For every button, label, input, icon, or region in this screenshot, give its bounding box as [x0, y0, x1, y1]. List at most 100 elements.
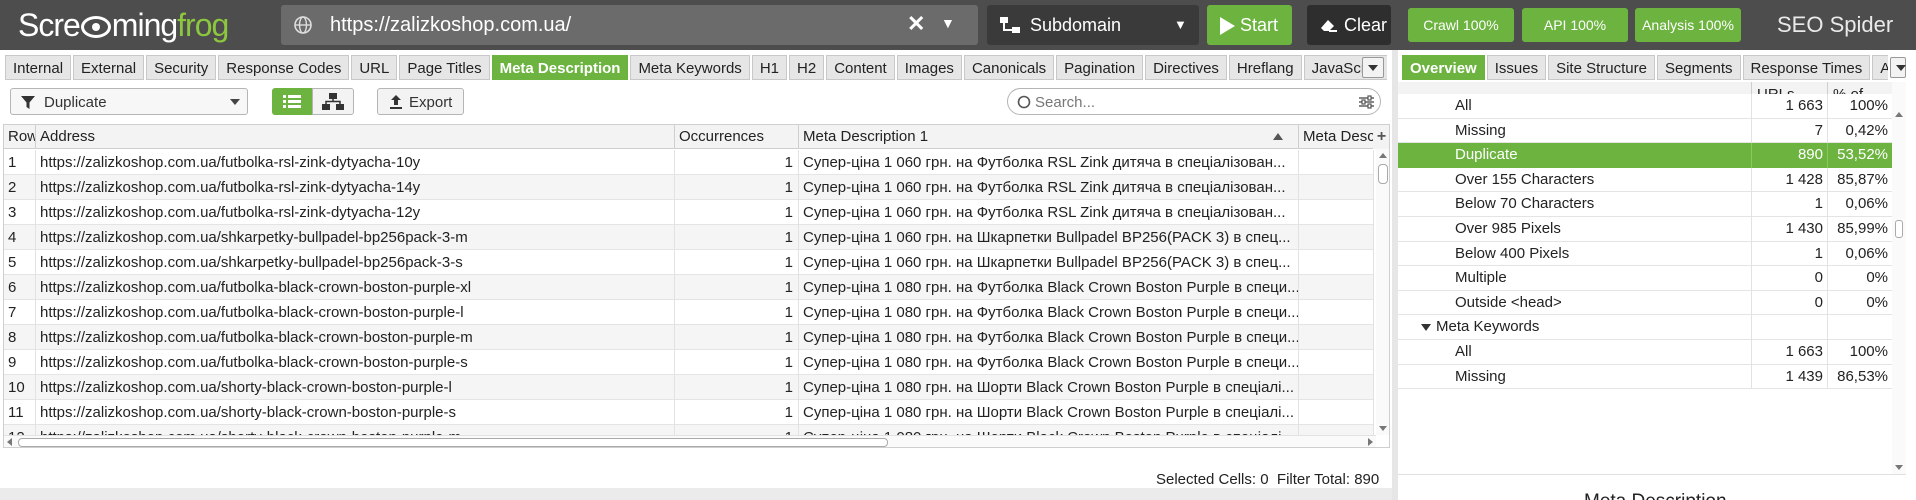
- meta-description-cell[interactable]: Супер-ціна 1 060 грн. на Футболка RSL Zi…: [799, 200, 1299, 225]
- table-row[interactable]: 4 https://zalizkoshop.com.ua/shkarpetky-b…: [4, 225, 1374, 250]
- overview-row-duplicate[interactable]: Duplicate 890 53,52%: [1398, 143, 1892, 168]
- tab-url[interactable]: URL: [351, 55, 398, 80]
- meta-description-cell[interactable]: Супер-ціна 1 080 грн. на Футболка Black …: [799, 325, 1299, 350]
- grid-vertical-scrollbar[interactable]: [1376, 149, 1389, 435]
- column-header-address[interactable]: Address: [36, 125, 675, 149]
- overview-row-multiple[interactable]: Multiple 0 0%: [1398, 266, 1892, 291]
- occurrences-cell[interactable]: 1: [675, 325, 799, 350]
- right-tabs-overflow-button[interactable]: [1890, 57, 1906, 78]
- row-number-cell[interactable]: 9: [4, 350, 36, 375]
- table-row[interactable]: 11 https://zalizkoshop.com.ua/shorty-blac…: [4, 400, 1374, 425]
- meta-description-2-cell[interactable]: [1299, 225, 1374, 250]
- occurrences-cell[interactable]: 1: [675, 225, 799, 250]
- tab-response-times[interactable]: Response Times: [1742, 55, 1871, 80]
- tabs-overflow-button[interactable]: [1362, 57, 1384, 78]
- tab-content[interactable]: Content: [826, 55, 895, 80]
- tab-images[interactable]: Images: [896, 55, 962, 80]
- scroll-left-icon[interactable]: [7, 438, 12, 446]
- column-header-meta-description-2[interactable]: Meta Desc: [1299, 125, 1374, 149]
- search-input[interactable]: [1035, 92, 1335, 112]
- tab-directives[interactable]: Directives: [1145, 55, 1227, 80]
- tab-h1[interactable]: H1: [751, 55, 787, 80]
- meta-description-2-cell[interactable]: [1299, 175, 1374, 200]
- meta-description-cell[interactable]: Супер-ціна 1 080 грн. на Футболка Black …: [799, 275, 1299, 300]
- crawl-progress-button[interactable]: Crawl 100%: [1408, 8, 1514, 42]
- tab-pagination[interactable]: Pagination: [1056, 55, 1144, 80]
- list-view-button[interactable]: [272, 88, 312, 115]
- tab-ai[interactable]: AI: [1872, 55, 1888, 80]
- scroll-down-icon[interactable]: [1895, 465, 1903, 470]
- export-button[interactable]: Export: [377, 88, 464, 115]
- occurrences-cell[interactable]: 1: [675, 350, 799, 375]
- meta-description-cell[interactable]: Супер-ціна 1 080 грн. на Футболка Black …: [799, 300, 1299, 325]
- overview-row-missing[interactable]: Missing 1 439 86,53%: [1398, 364, 1892, 390]
- tree-view-button[interactable]: [312, 88, 354, 115]
- occurrences-cell[interactable]: 1: [675, 375, 799, 400]
- meta-description-cell[interactable]: Супер-ціна 1 080 грн. на Шорти Black Cro…: [799, 400, 1299, 425]
- meta-description-2-cell[interactable]: [1299, 150, 1374, 175]
- table-row[interactable]: 7 https://zalizkoshop.com.ua/futbolka-bla…: [4, 300, 1374, 325]
- overview-vertical-scrollbar[interactable]: [1892, 82, 1906, 474]
- meta-description-2-cell[interactable]: [1299, 375, 1374, 400]
- address-cell[interactable]: https://zalizkoshop.com.ua/futbolka-blac…: [36, 275, 675, 300]
- address-cell[interactable]: https://zalizkoshop.com.ua/futbolka-blac…: [36, 300, 675, 325]
- meta-description-cell[interactable]: Супер-ціна 1 060 грн. на Шкарпетки Bullp…: [799, 225, 1299, 250]
- clear-button[interactable]: Clear: [1307, 5, 1391, 45]
- occurrences-cell[interactable]: 1: [675, 400, 799, 425]
- address-cell[interactable]: https://zalizkoshop.com.ua/futbolka-blac…: [36, 325, 675, 350]
- scroll-thumb[interactable]: [1895, 220, 1903, 238]
- row-number-cell[interactable]: 6: [4, 275, 36, 300]
- column-header-occurrences[interactable]: Occurrences: [675, 125, 799, 149]
- occurrences-cell[interactable]: 1: [675, 150, 799, 175]
- row-number-cell[interactable]: 10: [4, 375, 36, 400]
- overview-row-below-70-characters[interactable]: Below 70 Characters 1 0,06%: [1398, 192, 1892, 217]
- url-input[interactable]: https://zalizkoshop.com.ua/ ✕ ▼: [281, 5, 978, 45]
- column-header-meta-description-1[interactable]: Meta Description 1: [799, 125, 1299, 149]
- table-row[interactable]: 1 https://zalizkoshop.com.ua/futbolka-rsl…: [4, 150, 1374, 175]
- table-row[interactable]: 8 https://zalizkoshop.com.ua/futbolka-bla…: [4, 325, 1374, 350]
- meta-description-2-cell[interactable]: [1299, 325, 1374, 350]
- tab-site-structure[interactable]: Site Structure: [1548, 55, 1655, 80]
- search-options-icon[interactable]: [1359, 95, 1374, 109]
- add-column-button[interactable]: +: [1373, 125, 1389, 149]
- column-header-row[interactable]: Row: [4, 125, 36, 149]
- tab-internal[interactable]: Internal: [5, 55, 72, 80]
- meta-description-2-cell[interactable]: [1299, 400, 1374, 425]
- row-number-cell[interactable]: 3: [4, 200, 36, 225]
- meta-description-cell[interactable]: Супер-ціна 1 060 грн. на Футболка RSL Zi…: [799, 175, 1299, 200]
- meta-description-cell[interactable]: Супер-ціна 1 060 грн. на Шкарпетки Bullp…: [799, 250, 1299, 275]
- tab-canonicals[interactable]: Canonicals: [963, 55, 1055, 80]
- meta-description-cell[interactable]: Супер-ціна 1 060 грн. на Футболка RSL Zi…: [799, 150, 1299, 175]
- table-row[interactable]: 3 https://zalizkoshop.com.ua/futbolka-rsl…: [4, 200, 1374, 225]
- row-number-cell[interactable]: 5: [4, 250, 36, 275]
- occurrences-cell[interactable]: 1: [675, 300, 799, 325]
- api-progress-button[interactable]: API 100%: [1522, 8, 1628, 42]
- tab-hreflang[interactable]: Hreflang: [1228, 55, 1302, 80]
- meta-description-2-cell[interactable]: [1299, 350, 1374, 375]
- address-cell[interactable]: https://zalizkoshop.com.ua/futbolka-blac…: [36, 350, 675, 375]
- row-number-cell[interactable]: 8: [4, 325, 36, 350]
- crawl-mode-select[interactable]: Subdomain ▼: [987, 5, 1199, 45]
- meta-description-2-cell[interactable]: [1299, 250, 1374, 275]
- search-field[interactable]: [1007, 88, 1381, 115]
- tab-segments[interactable]: Segments: [1656, 55, 1741, 80]
- overview-category-meta-keywords[interactable]: Meta Keywords: [1398, 315, 1892, 340]
- tab-h2[interactable]: H2: [789, 55, 825, 80]
- tab-response-codes[interactable]: Response Codes: [218, 55, 350, 80]
- scroll-thumb[interactable]: [1378, 164, 1388, 184]
- overview-row-all[interactable]: All 1 663 100%: [1398, 340, 1892, 365]
- meta-description-2-cell[interactable]: [1299, 275, 1374, 300]
- grid-horizontal-scrollbar[interactable]: [4, 435, 1376, 447]
- row-number-cell[interactable]: 7: [4, 300, 36, 325]
- scroll-right-icon[interactable]: [1368, 438, 1373, 446]
- tab-meta-keywords[interactable]: Meta Keywords: [630, 55, 750, 80]
- overview-row-all[interactable]: All 1 663 100%: [1398, 94, 1892, 119]
- address-cell[interactable]: https://zalizkoshop.com.ua/futbolka-rsl-…: [36, 175, 675, 200]
- filter-dropdown[interactable]: Duplicate: [10, 88, 248, 115]
- tab-external[interactable]: External: [73, 55, 145, 80]
- address-cell[interactable]: https://zalizkoshop.com.ua/shkarpetky-bu…: [36, 225, 675, 250]
- overview-row-missing[interactable]: Missing 7 0,42%: [1398, 118, 1892, 144]
- occurrences-cell[interactable]: 1: [675, 200, 799, 225]
- tab-page-titles[interactable]: Page Titles: [399, 55, 490, 80]
- clear-url-icon[interactable]: ✕: [907, 11, 925, 37]
